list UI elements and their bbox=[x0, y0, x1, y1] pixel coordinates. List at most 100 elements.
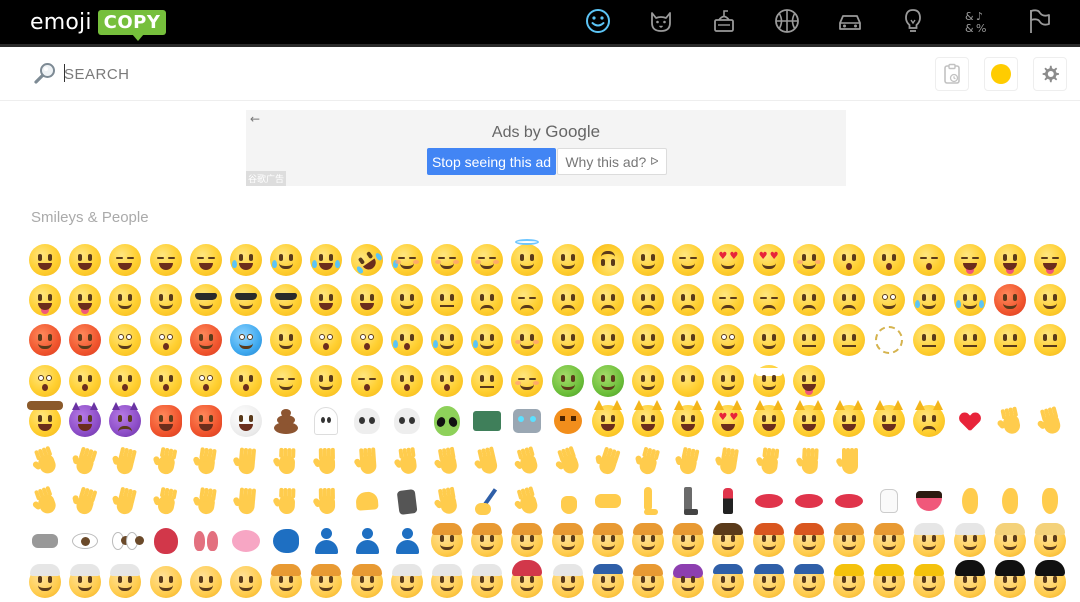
search-input[interactable] bbox=[64, 61, 764, 87]
emoji-grimacing[interactable] bbox=[990, 320, 1030, 360]
emoji-heart-hands[interactable] bbox=[950, 401, 990, 441]
emoji-clap[interactable] bbox=[65, 441, 105, 481]
emoji-grin[interactable] bbox=[25, 240, 65, 280]
emoji-bust[interactable] bbox=[306, 521, 346, 561]
emoji-speaking-head[interactable] bbox=[266, 521, 306, 561]
flag-icon[interactable] bbox=[1019, 4, 1059, 38]
emoji-ok-hand[interactable] bbox=[507, 441, 547, 481]
emoji-slight-frown[interactable] bbox=[628, 280, 668, 320]
emoji-tooth[interactable] bbox=[869, 481, 909, 521]
stop-seeing-ad-button[interactable]: Stop seeing this ad bbox=[427, 148, 556, 175]
emoji-bandage[interactable] bbox=[749, 361, 789, 401]
emoji-heart-eyes[interactable]: ♥ ♥ bbox=[708, 240, 748, 280]
emoji-crossed-fingers[interactable] bbox=[347, 441, 387, 481]
emoji-imp[interactable] bbox=[105, 401, 145, 441]
emoji-sneezing[interactable] bbox=[628, 361, 668, 401]
emoji-sleepy[interactable] bbox=[347, 361, 387, 401]
emoji-sweat[interactable] bbox=[266, 240, 306, 280]
emoji-lips[interactable] bbox=[789, 481, 829, 521]
emoji-angry[interactable] bbox=[1030, 280, 1070, 320]
emoji-thumbsdown[interactable] bbox=[186, 441, 226, 481]
emoji-relieved[interactable] bbox=[668, 240, 708, 280]
emoji-frowning[interactable] bbox=[668, 280, 708, 320]
emoji-man-red[interactable] bbox=[789, 521, 829, 561]
emoji-drooling[interactable] bbox=[306, 361, 346, 401]
emoji-boy[interactable] bbox=[548, 521, 588, 561]
emoji-zipper[interactable] bbox=[467, 361, 507, 401]
emoji-sunglasses[interactable] bbox=[226, 280, 266, 320]
emoji-point-up-2[interactable] bbox=[789, 441, 829, 481]
emoji-flushed[interactable] bbox=[146, 320, 186, 360]
emoji-nose[interactable] bbox=[1030, 481, 1070, 521]
emoji-dizzy[interactable] bbox=[387, 361, 427, 401]
emoji-jack-o-lantern[interactable] bbox=[548, 401, 588, 441]
emoji-sleeping[interactable] bbox=[266, 361, 306, 401]
emoji-grinning[interactable] bbox=[65, 240, 105, 280]
emoji-monocle[interactable] bbox=[146, 280, 186, 320]
emoji-squint-tongue[interactable] bbox=[1030, 240, 1070, 280]
emoji-hushed[interactable] bbox=[25, 361, 65, 401]
emoji-call-me[interactable] bbox=[226, 481, 266, 521]
emoji-rolling-eyes[interactable] bbox=[1030, 320, 1070, 360]
emoji-wink-tongue[interactable] bbox=[25, 280, 65, 320]
emoji-shushing[interactable] bbox=[668, 320, 708, 360]
emoji-vomiting[interactable] bbox=[588, 361, 628, 401]
emoji-lipstick[interactable] bbox=[708, 481, 748, 521]
emoji-leg[interactable] bbox=[628, 481, 668, 521]
emoji-saluting[interactable] bbox=[749, 320, 789, 360]
emoji-child[interactable] bbox=[467, 521, 507, 561]
emoji-smiley-cat[interactable] bbox=[588, 399, 628, 441]
emoji-palms-up[interactable] bbox=[990, 401, 1030, 441]
emoji-leftwards[interactable] bbox=[266, 481, 306, 521]
emoji-poop[interactable] bbox=[266, 401, 306, 441]
emoji-kissing[interactable] bbox=[829, 240, 869, 280]
emoji-brain[interactable] bbox=[226, 521, 266, 561]
emoji-woman-red[interactable] bbox=[749, 521, 789, 561]
emoji-face-in-clouds[interactable] bbox=[266, 320, 306, 360]
clipboard-button[interactable] bbox=[935, 57, 969, 91]
emoji-vulcan[interactable] bbox=[146, 481, 186, 521]
emoji-fist-bump[interactable] bbox=[548, 481, 588, 521]
emoji-eyes[interactable] bbox=[105, 521, 145, 561]
emoji-fist[interactable] bbox=[226, 441, 266, 481]
emoji-blush[interactable] bbox=[467, 240, 507, 280]
emoji-smirk-cat[interactable] bbox=[749, 399, 789, 441]
emoji-confounded[interactable] bbox=[749, 280, 789, 320]
emoji-hearing-aid[interactable] bbox=[990, 481, 1030, 521]
emoji-unamused[interactable] bbox=[427, 280, 467, 320]
emoji-nauseated[interactable] bbox=[548, 361, 588, 401]
emoji-crossbones[interactable] bbox=[387, 401, 427, 441]
emoji-smirk[interactable] bbox=[387, 280, 427, 320]
emoji-blond-man[interactable] bbox=[1030, 521, 1070, 561]
emoji-ghost[interactable] bbox=[306, 401, 346, 441]
emoji-disappointed[interactable] bbox=[467, 280, 507, 320]
emoji-confused[interactable] bbox=[588, 280, 628, 320]
emoji-exploding[interactable] bbox=[105, 320, 145, 360]
emoji-joy[interactable] bbox=[306, 240, 346, 280]
emoji-tongue[interactable] bbox=[990, 240, 1030, 280]
emoji-hearts[interactable]: ♥ ♥ bbox=[749, 240, 789, 280]
emoji-star-struck[interactable] bbox=[306, 280, 346, 320]
emoji-slight-smile[interactable] bbox=[548, 240, 588, 280]
emoji-relaxed[interactable] bbox=[427, 240, 467, 280]
emoji-hand-splayed[interactable] bbox=[105, 481, 145, 521]
emoji-man-white[interactable] bbox=[950, 521, 990, 561]
emoji-right-fist[interactable] bbox=[306, 441, 346, 481]
emoji-robot[interactable] bbox=[507, 401, 547, 441]
emoji-clown[interactable] bbox=[226, 401, 266, 441]
emoji-back-hand[interactable] bbox=[65, 481, 105, 521]
emoji-busts[interactable] bbox=[347, 521, 387, 561]
basketball-icon[interactable] bbox=[767, 4, 807, 38]
emoji-skull[interactable] bbox=[347, 401, 387, 441]
emoji-metal[interactable] bbox=[467, 441, 507, 481]
emoji-smile[interactable] bbox=[105, 240, 145, 280]
emoji-cursing[interactable] bbox=[65, 320, 105, 360]
emoji-invader[interactable] bbox=[467, 401, 507, 441]
logo[interactable]: emoji COPY bbox=[30, 5, 167, 41]
emoji-yawning[interactable] bbox=[628, 320, 668, 360]
emoji-innocent[interactable] bbox=[507, 239, 547, 280]
emoji-zany[interactable] bbox=[65, 280, 105, 320]
emoji-triumph[interactable] bbox=[990, 280, 1030, 320]
emoji-disappointed-relieved[interactable] bbox=[427, 320, 467, 360]
emoji-peeking[interactable] bbox=[708, 320, 748, 360]
